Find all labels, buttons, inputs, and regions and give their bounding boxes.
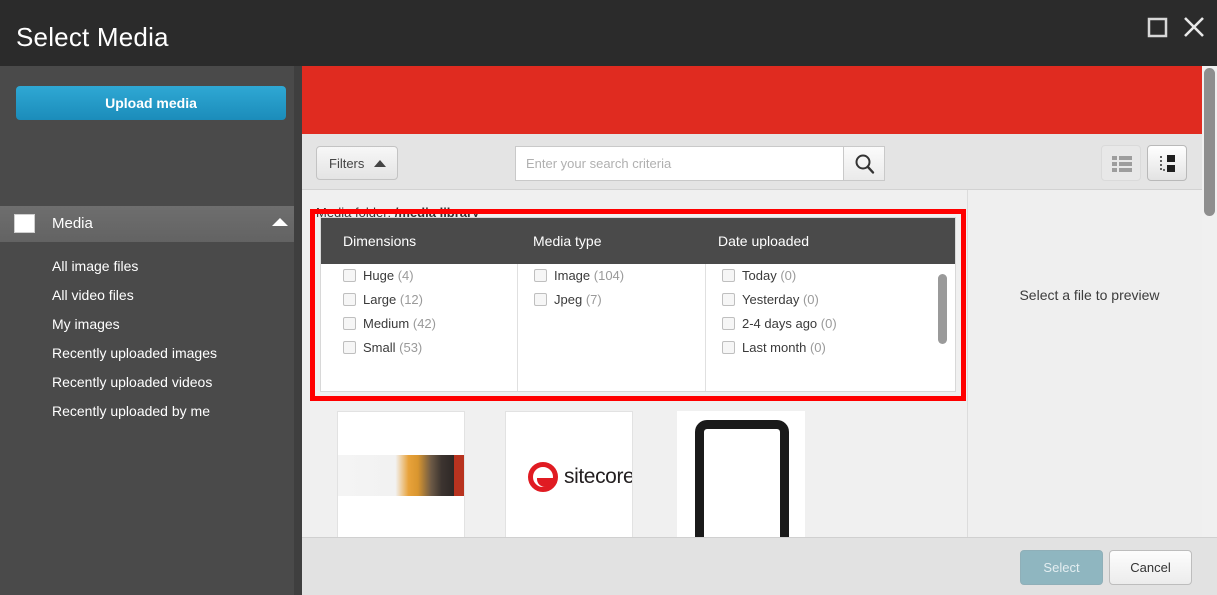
search-group — [515, 146, 885, 181]
filter-option-small[interactable]: Small (53) — [343, 336, 517, 360]
maximize-button[interactable] — [1141, 12, 1173, 42]
filter-column-header-date-uploaded: Date uploaded — [718, 233, 810, 249]
filter-option-yesterday[interactable]: Yesterday (0) — [722, 288, 955, 312]
sidebar: Upload media Media All image files All v… — [0, 66, 302, 595]
checkbox-icon[interactable] — [343, 293, 356, 306]
view-toggle-detail[interactable] — [1147, 145, 1187, 181]
filter-option-jpeg[interactable]: Jpeg (7) — [534, 288, 705, 312]
filter-column-date-uploaded: Today (0) Yesterday (0) 2-4 days ago (0)… — [705, 264, 955, 391]
search-input[interactable] — [515, 146, 843, 181]
checkbox-icon[interactable] — [343, 317, 356, 330]
view-toggle-list[interactable] — [1101, 145, 1141, 181]
checkbox-icon[interactable] — [722, 341, 735, 354]
sidebar-item-all-image-files[interactable]: All image files — [0, 252, 302, 281]
filter-option-large[interactable]: Large (12) — [343, 288, 517, 312]
filter-panel-body: Huge (4) Large (12) Medium (42) Small (5… — [321, 264, 955, 391]
device-outline-thumbnail[interactable] — [677, 411, 805, 538]
filters-button-label: Filters — [329, 156, 365, 171]
upload-media-button[interactable]: Upload media — [16, 86, 286, 120]
close-icon — [1184, 17, 1204, 37]
title-bar: Select Media — [0, 0, 1217, 66]
device-outline-image — [695, 420, 789, 537]
filter-column-header-media-type: Media type — [533, 233, 602, 249]
checkbox-icon[interactable] — [534, 293, 547, 306]
main-scrollbar-thumb[interactable] — [1204, 68, 1215, 216]
sidebar-item-recently-uploaded-videos[interactable]: Recently uploaded videos — [0, 368, 302, 397]
photo-banner-thumbnail[interactable] — [337, 411, 465, 538]
filters-toggle-button[interactable]: Filters — [316, 146, 398, 180]
select-media-dialog: Select Media Upload media Media All imag… — [0, 0, 1217, 595]
filter-column-header-dimensions: Dimensions — [343, 233, 417, 249]
sidebar-item-my-images[interactable]: My images — [0, 310, 302, 339]
filter-panel-scrollbar[interactable] — [938, 274, 947, 344]
sidebar-scrollbar[interactable] — [294, 66, 302, 595]
caret-up-icon — [374, 160, 386, 167]
sidebar-item-all-video-files[interactable]: All video files — [0, 281, 302, 310]
filter-panel-header: Dimensions Media type Date uploaded — [321, 218, 955, 264]
maximize-icon — [1147, 17, 1168, 38]
list-view-icon — [1112, 156, 1132, 172]
chevron-up-icon — [272, 218, 288, 226]
filter-option-medium[interactable]: Medium (42) — [343, 312, 517, 336]
checkbox-icon[interactable] — [722, 269, 735, 282]
checkbox-icon[interactable] — [722, 293, 735, 306]
checkbox-icon[interactable] — [343, 341, 356, 354]
search-icon — [855, 154, 875, 174]
filter-option-last-month[interactable]: Last month (0) — [722, 336, 955, 360]
main-content: Filters Enter your search criteria Media… — [302, 66, 1217, 595]
search-button[interactable] — [843, 146, 885, 181]
filter-panel: Dimensions Media type Date uploaded Huge… — [320, 217, 956, 392]
filter-option-huge[interactable]: Huge (4) — [343, 264, 517, 288]
cancel-button[interactable]: Cancel — [1109, 550, 1192, 585]
page-title: Select Media — [16, 22, 169, 52]
sidebar-item-recently-uploaded-images[interactable]: Recently uploaded images — [0, 339, 302, 368]
sidebar-section-label: Media — [52, 215, 93, 232]
sidebar-item-recently-uploaded-by-me[interactable]: Recently uploaded by me — [0, 397, 302, 426]
sitecore-logo-text: sitecore — [564, 465, 633, 488]
filter-option-today[interactable]: Today (0) — [722, 264, 955, 288]
select-button[interactable]: Select — [1020, 550, 1103, 585]
preview-empty-message: Select a file to preview — [1019, 287, 1160, 303]
close-button[interactable] — [1178, 12, 1210, 42]
filter-option-2-4-days-ago[interactable]: 2-4 days ago (0) — [722, 312, 955, 336]
checkbox-icon[interactable] — [343, 269, 356, 282]
sidebar-nav-list: All image files All video files My image… — [0, 252, 302, 426]
sitecore-logo-thumbnail[interactable]: sitecore — [505, 411, 633, 538]
filter-option-image[interactable]: Image (104) — [534, 264, 705, 288]
dialog-footer: Select Cancel — [302, 537, 1217, 595]
image-icon — [14, 214, 35, 233]
checkbox-icon[interactable] — [722, 317, 735, 330]
header-banner — [302, 66, 1202, 134]
preview-panel: Select a file to preview — [967, 190, 1210, 595]
filter-column-media-type: Image (104) Jpeg (7) — [517, 264, 705, 391]
media-thumbnail-grid: sitecore — [302, 411, 967, 538]
checkbox-icon[interactable] — [534, 269, 547, 282]
sidebar-section-media[interactable]: Media — [0, 206, 302, 242]
sitecore-logo-icon — [528, 462, 558, 492]
toolbar: Filters — [302, 134, 1202, 190]
detail-view-icon — [1160, 155, 1175, 172]
photo-banner-image — [338, 455, 464, 496]
filter-column-dimensions: Huge (4) Large (12) Medium (42) Small (5… — [343, 264, 517, 391]
